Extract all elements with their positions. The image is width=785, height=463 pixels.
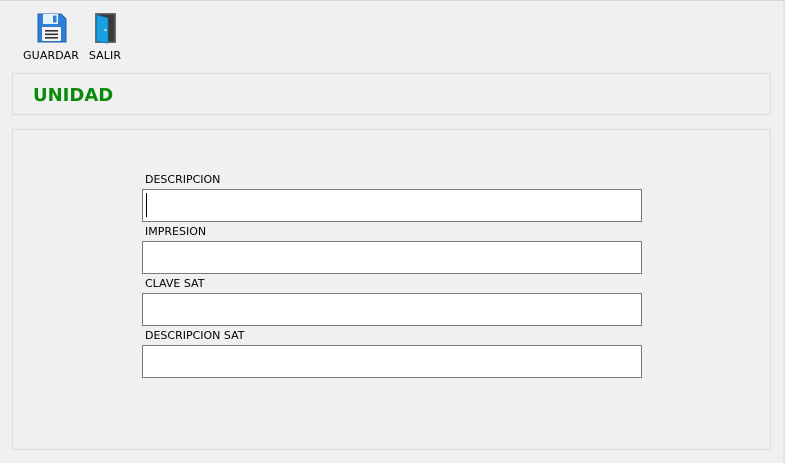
exit-door-icon: [95, 13, 116, 44]
form-panel: [12, 129, 771, 450]
description-input[interactable]: [142, 189, 642, 222]
clave-sat-label: CLAVE SAT: [145, 277, 205, 290]
page-title: UNIDAD: [33, 85, 114, 106]
clave-sat-input[interactable]: [142, 293, 642, 326]
exit-button-label: SALIR: [88, 49, 122, 62]
header-panel: UNIDAD: [12, 73, 771, 115]
descripcion-sat-label: DESCRIPCION SAT: [145, 329, 245, 342]
impresion-input[interactable]: [142, 241, 642, 274]
save-button[interactable]: GUARDAR: [22, 11, 80, 62]
floppy-disk-icon: [37, 13, 67, 43]
exit-button[interactable]: SALIR: [82, 11, 128, 62]
toolbar: GUARDAR SALIR: [22, 11, 128, 62]
description-label: DESCRIPCION: [145, 173, 221, 186]
impresion-label: IMPRESION: [145, 225, 207, 238]
text-caret: [146, 193, 147, 217]
save-button-label: GUARDAR: [23, 49, 79, 62]
descripcion-sat-input[interactable]: [142, 345, 642, 378]
